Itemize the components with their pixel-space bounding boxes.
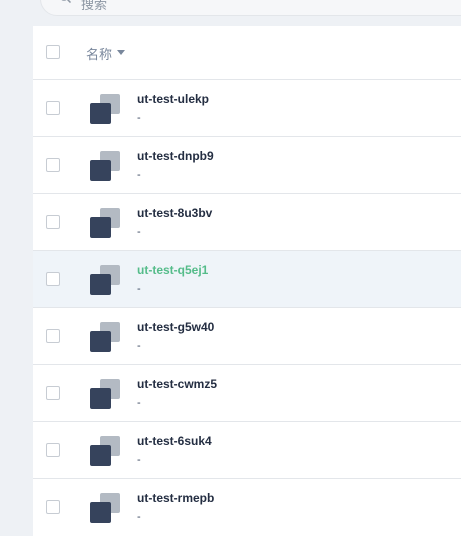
select-all-checkbox[interactable] xyxy=(46,45,60,59)
project-icon xyxy=(90,322,120,352)
table-row[interactable]: ut-test-6suk4 - xyxy=(33,422,461,479)
row-name[interactable]: ut-test-q5ej1 xyxy=(137,263,208,277)
project-icon xyxy=(90,379,120,409)
row-description: - xyxy=(137,340,141,352)
project-icon xyxy=(90,436,120,466)
row-name[interactable]: ut-test-dnpb9 xyxy=(137,149,214,163)
row-checkbox[interactable] xyxy=(46,101,60,115)
project-icon xyxy=(90,94,120,124)
row-name[interactable]: ut-test-rmepb xyxy=(137,491,214,505)
table-row[interactable]: ut-test-ulekp - xyxy=(33,80,461,137)
row-description: - xyxy=(137,112,141,124)
table-row[interactable]: ut-test-8u3bv - xyxy=(33,194,461,251)
project-icon xyxy=(90,151,120,181)
table-row[interactable]: ut-test-g5w40 - xyxy=(33,308,461,365)
row-description: - xyxy=(137,397,141,409)
row-checkbox[interactable] xyxy=(46,215,60,229)
row-description: - xyxy=(137,511,141,523)
row-checkbox[interactable] xyxy=(46,158,60,172)
row-checkbox[interactable] xyxy=(46,386,60,400)
row-description: - xyxy=(137,226,141,238)
table-row[interactable]: ut-test-q5ej1 - xyxy=(33,251,461,308)
search-input[interactable]: 搜索 xyxy=(81,0,107,13)
table-row[interactable]: ut-test-dnpb9 - xyxy=(33,137,461,194)
column-header-name[interactable]: 名称 xyxy=(86,44,112,63)
project-list-panel: 名称 ut-test-ulekp - ut-test-dnpb9 - ut-te… xyxy=(33,26,461,536)
table-row[interactable]: ut-test-rmepb - xyxy=(33,479,461,536)
row-name[interactable]: ut-test-6suk4 xyxy=(137,434,212,448)
search-bar[interactable]: 搜索 xyxy=(40,0,461,16)
sort-caret-icon[interactable] xyxy=(117,50,125,55)
row-name[interactable]: ut-test-8u3bv xyxy=(137,206,212,220)
table-header: 名称 xyxy=(33,26,461,80)
row-name[interactable]: ut-test-cwmz5 xyxy=(137,377,217,391)
row-checkbox[interactable] xyxy=(46,443,60,457)
row-name[interactable]: ut-test-ulekp xyxy=(137,92,209,106)
row-name[interactable]: ut-test-g5w40 xyxy=(137,320,214,334)
row-description: - xyxy=(137,169,141,181)
row-checkbox[interactable] xyxy=(46,329,60,343)
project-icon xyxy=(90,265,120,295)
search-icon xyxy=(61,0,71,3)
row-checkbox[interactable] xyxy=(46,272,60,286)
row-description: - xyxy=(137,283,141,295)
row-description: - xyxy=(137,454,141,466)
table-row[interactable]: ut-test-cwmz5 - xyxy=(33,365,461,422)
project-icon xyxy=(90,493,120,523)
project-icon xyxy=(90,208,120,238)
row-checkbox[interactable] xyxy=(46,500,60,514)
